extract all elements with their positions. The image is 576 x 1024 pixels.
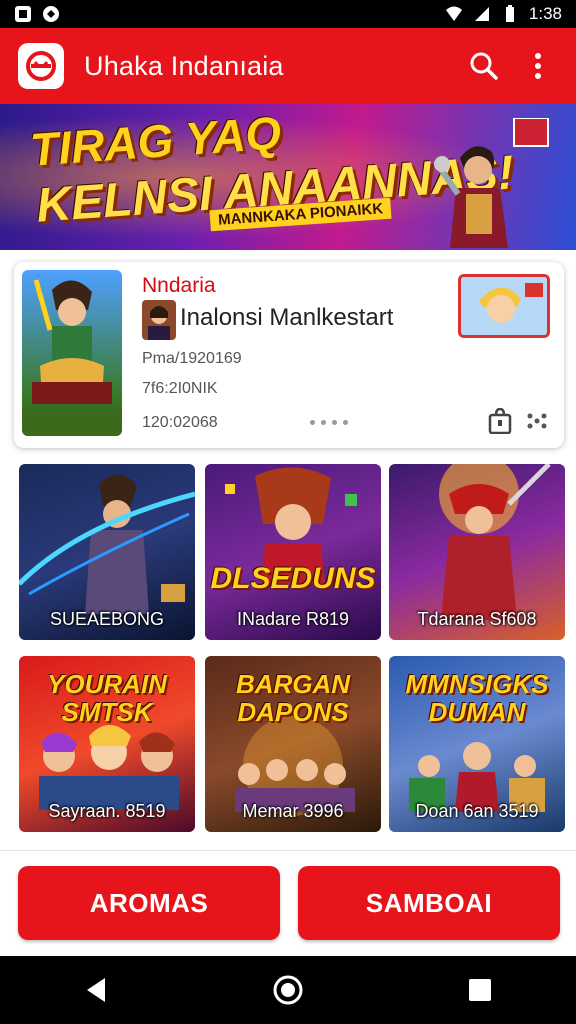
recents-icon[interactable] [450,960,510,1020]
search-icon[interactable] [464,46,504,86]
app-logo-icon[interactable] [18,43,64,89]
battery-icon [505,5,514,22]
game-tile[interactable]: Tdarana Sf608 [389,464,565,640]
game-tile-label: Sayraan. 8519 [48,801,166,821]
game-tile[interactable]: DLSEDUNS INadare R819 [205,464,381,640]
featured-meta-3: 120:02068 [142,414,218,431]
system-nav-bar [0,956,576,1024]
game-tile[interactable]: SUEAEBONG [19,464,195,640]
featured-subtitle: Inalonsi Manlkestart [180,304,394,331]
game-tile-label: Doan 6an 3519 [415,801,539,821]
featured-meta-2: 7f6:2I0NIK [142,380,218,397]
carousel-dots[interactable] [310,420,348,425]
game-tile-label: Tdarana Sf608 [417,609,537,629]
status-time: 1:38 [528,4,562,23]
sync-icon [43,6,59,22]
featured-game-card[interactable]: Nndaria Inalonsi Manlkestart Pma/1920169… [14,262,564,448]
featured-meta-1: Pma/1920169 [142,350,242,367]
game-tile-logo: DLSEDUNS [210,562,376,595]
featured-avatar [142,300,176,340]
aromas-button[interactable]: AROMAS [18,866,280,940]
notification-icon [15,6,31,22]
game-tile-label: SUEAEBONG [49,609,165,629]
app-title: Uhaka Indanıaia [84,50,284,81]
samboai-button[interactable]: SAMBOAI [298,866,560,940]
back-icon[interactable] [66,960,126,1020]
divider [0,850,576,851]
banner-hero-illustration [434,118,549,248]
game-tile[interactable]: YOURAIN SMTSK Sayraan. 8519 [19,656,195,832]
game-tile-label: INadare R819 [236,609,350,629]
game-tile[interactable]: BARGAN DAPONS Memar 3996 [205,656,381,832]
overflow-menu-icon[interactable] [518,46,558,86]
featured-thumbnail [22,270,122,436]
status-bar: 1:38 [0,0,576,28]
game-tile-logo: YOURAIN SMTSK [47,669,167,727]
app-bar: Uhaka Indanıaia [0,28,576,104]
featured-side-thumbnail[interactable] [458,274,550,338]
game-tile-logo: BARGAN DAPONS [235,669,351,727]
game-tile-label: Memar 3996 [242,801,344,821]
game-tile[interactable]: MMNSIGKS DUMAN Doan 6an 3519 [389,656,565,832]
game-tile-logo: MMNSIGKS DUMAN [405,669,549,727]
promo-banner[interactable]: TIRAG YAQ KELNSI ANAANNAS! MANNKAKA PION… [0,104,576,250]
signal-icon [474,7,489,21]
wifi-icon [445,6,462,21]
home-icon[interactable] [258,960,318,1020]
more-grid-icon[interactable] [526,412,548,430]
featured-title: Nndaria [142,274,216,297]
shopping-bag-icon[interactable] [488,408,512,434]
